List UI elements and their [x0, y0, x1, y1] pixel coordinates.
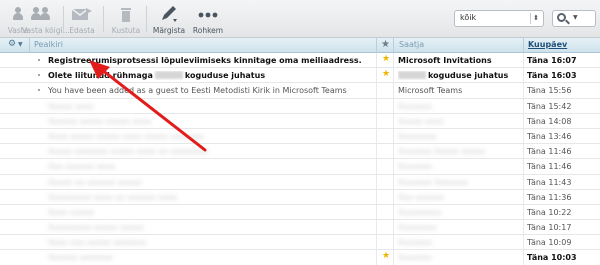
annotation-arrow	[89, 60, 207, 152]
